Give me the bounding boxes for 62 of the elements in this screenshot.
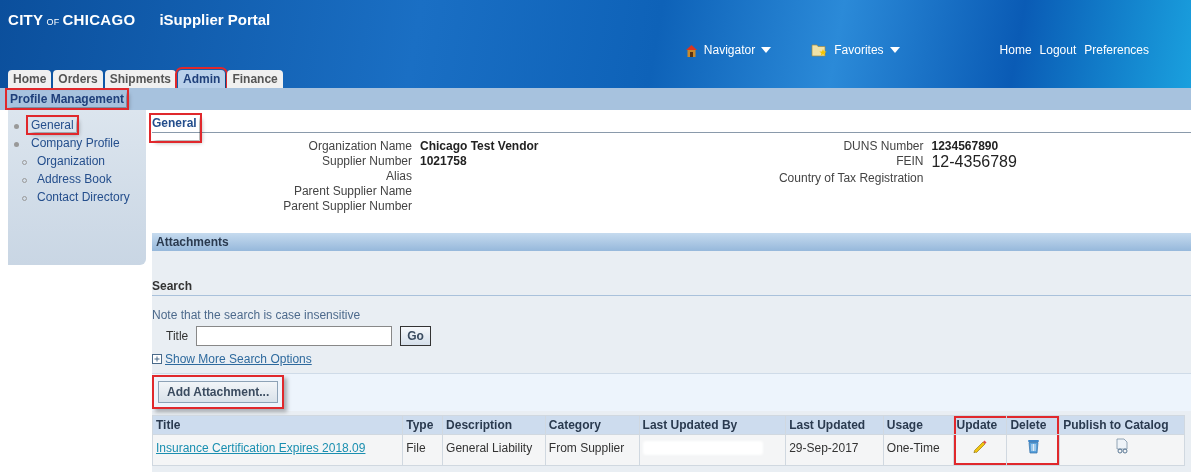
folder-star-icon — [811, 43, 829, 57]
pencil-icon[interactable] — [972, 438, 988, 454]
header-link[interactable]: Preferences — [1084, 43, 1149, 57]
column-header: Publish to Catalog — [1059, 415, 1185, 435]
caret-icon — [761, 47, 772, 53]
field-label: Parent Supplier Number — [282, 199, 412, 213]
sidebar-item[interactable]: Company Profile — [12, 136, 142, 150]
table-cell-text: From Supplier — [548, 440, 625, 455]
caret-icon — [889, 47, 900, 53]
house-icon — [684, 43, 698, 57]
title-search-field[interactable] — [196, 326, 393, 346]
field-label: FEIN — [895, 154, 924, 170]
column-header: Type — [402, 415, 443, 435]
search-note: Note that the search is case insensitive — [152, 308, 362, 322]
city-logo: CITY OF CHICAGO — [8, 11, 136, 28]
field-value: 1021758 — [420, 154, 468, 168]
field-value: Chicago Test Vendor — [420, 139, 539, 153]
app-title: iSupplier Portal — [159, 11, 271, 28]
menu-dropdown[interactable]: Navigator — [684, 43, 772, 57]
header-link[interactable]: Logout — [1039, 43, 1077, 57]
sidebar-subitem[interactable]: Organization — [12, 154, 142, 168]
sidebar-subitem[interactable]: Contact Directory — [12, 190, 142, 204]
nav-tab[interactable]: Shipments — [104, 70, 177, 88]
column-header: Category — [545, 415, 640, 435]
nav-tab[interactable]: Orders — [53, 70, 103, 88]
trash-icon[interactable] — [1026, 438, 1040, 454]
field-label: Supplier Number — [320, 154, 412, 168]
sidebar-item[interactable]: General — [12, 118, 142, 132]
field-label: Title — [166, 329, 189, 343]
add-attachment-button[interactable]: Add Attachment... — [158, 381, 279, 403]
field-label: Alias — [385, 169, 412, 183]
show-more-options-link[interactable]: Show More Search Options — [152, 352, 1191, 366]
nav-tab[interactable]: Admin — [178, 70, 226, 88]
search-heading: Search — [152, 251, 1191, 296]
nav-tab[interactable]: Home — [8, 70, 52, 88]
table-cell-text: General Liability — [446, 440, 533, 455]
header-link[interactable]: Home — [999, 43, 1032, 57]
column-header: Delete — [1006, 415, 1060, 435]
field-label: Parent Supplier Name — [292, 184, 412, 198]
page-heading: General — [152, 116, 199, 140]
column-header: Usage — [883, 415, 954, 435]
field-label: Organization Name — [307, 139, 412, 153]
column-header: Update — [953, 415, 1007, 435]
nav-tab[interactable]: Finance — [227, 70, 283, 88]
column-header: Last Updated — [785, 415, 884, 435]
table-cell-text: File — [406, 440, 426, 455]
table-cell-text: 29-Sep-2017 — [789, 440, 859, 455]
column-header: Last Updated By — [639, 415, 786, 435]
field-value: 12-4356789 — [931, 154, 1017, 170]
go-button[interactable]: Go — [400, 326, 431, 346]
section-title: Profile Management — [8, 91, 127, 107]
field-label: DUNS Number — [842, 139, 924, 153]
field-value: 1234567890 — [931, 139, 1000, 153]
section-title: Attachments — [156, 235, 229, 249]
document-glasses-icon[interactable] — [1114, 438, 1131, 454]
column-header: Description — [442, 415, 546, 435]
sidebar-subitem[interactable]: Address Book — [12, 172, 142, 186]
field-label: Country of Tax Registration — [777, 171, 924, 185]
table-cell-text: One-Time — [886, 440, 940, 455]
column-header: Title — [152, 415, 403, 435]
expand-plus-icon — [152, 354, 162, 364]
menu-dropdown[interactable]: Favorites — [811, 43, 900, 57]
